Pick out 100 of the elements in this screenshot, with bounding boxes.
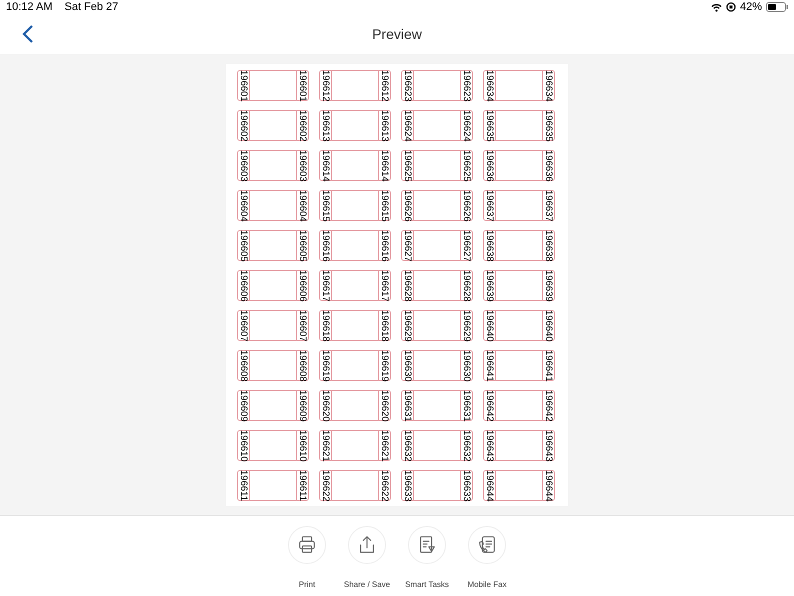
label-number: 196637 xyxy=(543,191,554,220)
label-number: 196623 xyxy=(402,71,413,100)
label-number: 196614 xyxy=(320,151,331,180)
label-number: 196629 xyxy=(461,311,472,340)
printer-icon xyxy=(296,534,318,556)
label-number: 196613 xyxy=(320,111,331,140)
label-number: 196626 xyxy=(461,191,472,220)
label-number: 196610 xyxy=(238,431,249,460)
label-number: 196642 xyxy=(484,391,495,420)
label-number: 196632 xyxy=(461,431,472,460)
status-date: Sat Feb 27 xyxy=(64,0,118,15)
label-number: 196630 xyxy=(461,351,472,380)
label-number: 196621 xyxy=(320,431,331,460)
label-number: 196638 xyxy=(543,231,554,260)
label-number: 196636 xyxy=(484,151,495,180)
label-number: 196604 xyxy=(238,191,249,220)
label-number: 196619 xyxy=(320,351,331,380)
status-time: 10:12 AM xyxy=(6,0,52,15)
label-number: 196631 xyxy=(402,391,413,420)
label-number: 196607 xyxy=(238,311,249,340)
label-number: 196640 xyxy=(543,311,554,340)
wifi-icon xyxy=(710,2,722,12)
label-number: 196615 xyxy=(379,191,390,220)
label-number: 196629 xyxy=(402,311,413,340)
battery-icon xyxy=(766,2,788,12)
label-number: 196623 xyxy=(461,71,472,100)
label-number: 196606 xyxy=(238,271,249,300)
label-number: 196643 xyxy=(484,431,495,460)
label-number: 196620 xyxy=(379,391,390,420)
label-number: 196606 xyxy=(297,271,308,300)
label-number: 196631 xyxy=(461,391,472,420)
label-number: 196614 xyxy=(379,151,390,180)
label-number: 196618 xyxy=(320,311,331,340)
label-number: 196617 xyxy=(320,271,331,300)
label-number: 196625 xyxy=(461,151,472,180)
label-number: 196616 xyxy=(320,231,331,260)
label-number: 196641 xyxy=(543,351,554,380)
label-number: 196637 xyxy=(484,191,495,220)
label-number: 196611 xyxy=(297,471,308,500)
label-number: 196602 xyxy=(297,111,308,140)
action-button[interactable]: Share / Save xyxy=(345,526,389,596)
label-number: 196620 xyxy=(320,391,331,420)
label-number: 196609 xyxy=(297,391,308,420)
label-number: 196609 xyxy=(238,391,249,420)
label-number: 196615 xyxy=(320,191,331,220)
label-number: 196607 xyxy=(297,311,308,340)
label-number: 196638 xyxy=(484,231,495,260)
label-number: 196635 xyxy=(484,111,495,140)
label-number: 196633 xyxy=(461,471,472,500)
label-number: 196622 xyxy=(379,471,390,500)
label-number: 196616 xyxy=(379,231,390,260)
back-chevron-icon xyxy=(22,25,34,43)
label-number: 196605 xyxy=(238,231,249,260)
label-number: 196608 xyxy=(297,351,308,380)
label-number: 196640 xyxy=(484,311,495,340)
label-number: 196603 xyxy=(297,151,308,180)
label-number: 196608 xyxy=(238,351,249,380)
action-button[interactable]: Mobile Fax xyxy=(465,526,509,596)
label-number: 196612 xyxy=(379,71,390,100)
label-number: 196621 xyxy=(379,431,390,460)
label-number: 196626 xyxy=(402,191,413,220)
label-number: 196610 xyxy=(297,431,308,460)
label-number: 196634 xyxy=(484,71,495,100)
label-number: 196618 xyxy=(379,311,390,340)
label-number: 196603 xyxy=(238,151,249,180)
label-number: 196634 xyxy=(543,71,554,100)
label-number: 196628 xyxy=(402,271,413,300)
label-number: 196639 xyxy=(484,271,495,300)
action-button[interactable]: Print xyxy=(285,526,329,596)
label-number: 196613 xyxy=(379,111,390,140)
label-number: 196625 xyxy=(402,151,413,180)
label-number: 196604 xyxy=(297,191,308,220)
label-number: 196624 xyxy=(402,111,413,140)
label-number: 196605 xyxy=(297,231,308,260)
label-number: 196639 xyxy=(543,271,554,300)
label-number: 196622 xyxy=(320,471,331,500)
battery-percent: 42% xyxy=(740,0,762,15)
label-number: 196602 xyxy=(238,111,249,140)
label-number: 196644 xyxy=(484,471,495,500)
label-number: 196612 xyxy=(320,71,331,100)
label-number: 196601 xyxy=(297,71,308,100)
phone-document-icon xyxy=(476,534,498,556)
orientation-lock-icon xyxy=(726,2,736,12)
label-number: 196632 xyxy=(402,431,413,460)
label-number: 196617 xyxy=(379,271,390,300)
label-number: 196644 xyxy=(543,471,554,500)
label-number: 196624 xyxy=(461,111,472,140)
label-number: 196635 xyxy=(543,111,554,140)
label-number: 196611 xyxy=(238,471,249,500)
label-number: 196630 xyxy=(402,351,413,380)
label-number: 196636 xyxy=(543,151,554,180)
label-number: 196641 xyxy=(484,351,495,380)
action-button[interactable]: Smart Tasks xyxy=(405,526,449,596)
label-number: 196627 xyxy=(461,231,472,260)
label-number: 196628 xyxy=(461,271,472,300)
label-number: 196627 xyxy=(402,231,413,260)
page-title: Preview xyxy=(372,24,422,44)
label-number: 196633 xyxy=(402,471,413,500)
label-number: 196619 xyxy=(379,351,390,380)
label-number: 196601 xyxy=(238,71,249,100)
